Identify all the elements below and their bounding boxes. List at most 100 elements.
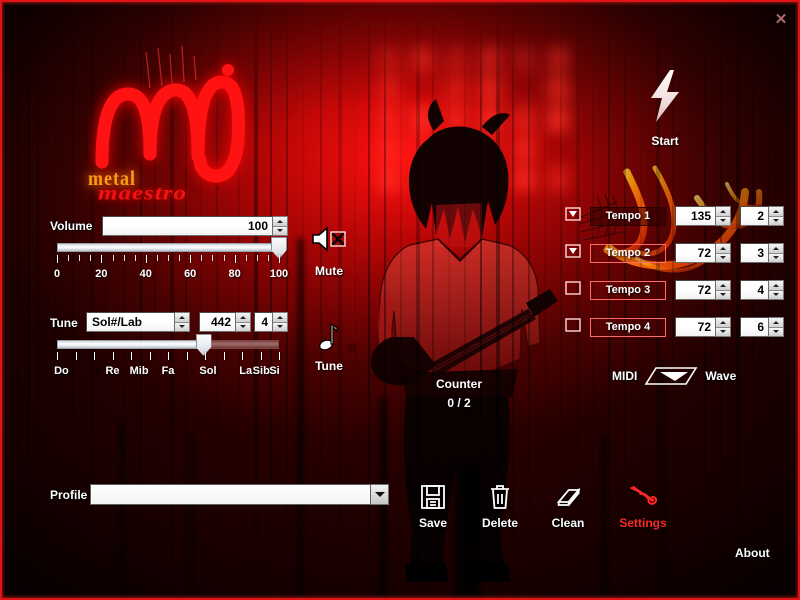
volume-spinner[interactable] — [273, 216, 288, 236]
tune-note-spinner[interactable] — [175, 312, 190, 332]
tempo-bpm-group[interactable]: 72 — [675, 317, 731, 337]
tempo-bpm-spinner[interactable] — [716, 317, 731, 337]
tune-note-input[interactable]: Sol#/Lab — [86, 312, 175, 332]
tempo-beats-input[interactable]: 6 — [740, 317, 769, 337]
tempo-bpm-input[interactable]: 72 — [675, 317, 716, 337]
profile-combobox[interactable] — [90, 484, 389, 505]
volume-slider-track[interactable] — [57, 243, 279, 252]
switch-toggle-icon[interactable] — [644, 366, 698, 386]
tempo-beats-input[interactable]: 4 — [740, 280, 769, 300]
tempo-beats-group[interactable]: 3 — [740, 243, 784, 263]
tempo-select-button[interactable]: Tempo 1 — [590, 206, 666, 226]
tempo-bpm-spinner-up[interactable] — [716, 244, 730, 254]
tempo-bpm-spinner-up[interactable] — [716, 207, 730, 217]
tempo-flag-button[interactable] — [565, 317, 581, 337]
tempo-bpm-spinner[interactable] — [716, 243, 731, 263]
tempo-bpm-spinner[interactable] — [716, 280, 731, 300]
profile-dropdown-arrow-icon[interactable] — [371, 484, 389, 505]
volume-spinner-down[interactable] — [273, 226, 287, 235]
tempo-bpm-spinner-down[interactable] — [716, 253, 730, 262]
tune-icon-button[interactable] — [317, 320, 341, 352]
tempo-beats-spinner-up[interactable] — [769, 281, 783, 291]
output-mode-midi-label[interactable]: MIDI — [612, 369, 637, 383]
lightning-bolt-icon — [651, 70, 679, 122]
tempo-bpm-input[interactable]: 135 — [675, 206, 716, 226]
tempo-bpm-spinner-down[interactable] — [716, 290, 730, 299]
tune-octave-input[interactable]: 4 — [254, 312, 273, 332]
output-mode-wave-label[interactable]: Wave — [705, 369, 736, 383]
toolbar-button-clean[interactable]: Clean — [551, 484, 585, 530]
toolbar-button-save[interactable]: Save — [419, 484, 447, 530]
tune-scale-label: Mib — [129, 365, 149, 377]
tempo-row: Tempo 1 135 2 — [565, 206, 784, 226]
tempo-bpm-spinner-down[interactable] — [716, 216, 730, 225]
volume-field-group[interactable]: 100 — [102, 216, 288, 236]
tempo-bpm-spinner-down[interactable] — [716, 327, 730, 336]
mute-label: Mute — [315, 264, 343, 278]
tune-label: Tune — [50, 316, 78, 330]
tempo-select-button[interactable]: Tempo 3 — [590, 280, 666, 300]
tempo-beats-spinner-down[interactable] — [769, 253, 783, 262]
output-mode-switch[interactable]: MIDI Wave — [612, 366, 736, 386]
tempo-bpm-group[interactable]: 72 — [675, 280, 731, 300]
tune-frequency-spinner[interactable] — [236, 312, 251, 332]
tempo-beats-spinner[interactable] — [769, 317, 784, 337]
toolbar-button-label: Settings — [619, 516, 667, 530]
tempo-bpm-group[interactable]: 72 — [675, 243, 731, 263]
tempo-beats-group[interactable]: 2 — [740, 206, 784, 226]
tempo-beats-spinner-down[interactable] — [769, 216, 783, 225]
tempo-bpm-group[interactable]: 135 — [675, 206, 731, 226]
tune-octave-spinner[interactable] — [273, 312, 288, 332]
start-button[interactable] — [642, 68, 688, 124]
tune-note-spinner-up[interactable] — [175, 313, 189, 323]
tune-octave-spinner-up[interactable] — [273, 313, 287, 323]
tempo-beats-spinner[interactable] — [769, 280, 784, 300]
tune-octave-spinner-down[interactable] — [273, 322, 287, 331]
tune-frequency-spinner-down[interactable] — [236, 322, 250, 331]
volume-label: Volume — [50, 219, 93, 233]
tempo-beats-group[interactable]: 4 — [740, 280, 784, 300]
counter-value: 0 / 2 — [447, 396, 471, 410]
tempo-flag-button[interactable] — [565, 243, 581, 263]
volume-spinner-up[interactable] — [273, 217, 287, 227]
tempo-beats-spinner-up[interactable] — [769, 244, 783, 254]
tempo-bpm-spinner[interactable] — [716, 206, 731, 226]
tune-note-group[interactable]: Sol#/Lab — [86, 312, 190, 332]
application-window: ✕ maestro metal Start Volume 100 0 20 40… — [0, 0, 800, 600]
tempo-beats-spinner-down[interactable] — [769, 290, 783, 299]
tune-octave-group[interactable]: 4 — [254, 312, 288, 332]
tune-slider-track-remainder[interactable] — [203, 340, 279, 349]
toolbar-button-label: Clean — [551, 516, 585, 530]
mute-button[interactable] — [311, 226, 347, 252]
start-label: Start — [651, 134, 679, 148]
tune-frequency-input[interactable]: 442 — [199, 312, 236, 332]
volume-scale-label: 40 — [139, 268, 152, 280]
tempo-bpm-spinner-up[interactable] — [716, 318, 730, 328]
about-button[interactable]: About — [735, 546, 770, 560]
tempo-bpm-input[interactable]: 72 — [675, 280, 716, 300]
tempo-select-button[interactable]: Tempo 2 — [590, 243, 666, 263]
tempo-beats-input[interactable]: 3 — [740, 243, 769, 263]
toolbar-button-delete[interactable]: Delete — [482, 484, 518, 530]
tempo-beats-group[interactable]: 6 — [740, 317, 784, 337]
tempo-bpm-input[interactable]: 72 — [675, 243, 716, 263]
tempo-beats-spinner-up[interactable] — [769, 207, 783, 217]
volume-input[interactable]: 100 — [102, 216, 273, 236]
tempo-beats-spinner[interactable] — [769, 206, 784, 226]
tune-scale-label: Sib — [252, 365, 270, 377]
tune-frequency-spinner-up[interactable] — [236, 313, 250, 323]
close-button[interactable]: ✕ — [768, 6, 794, 32]
tempo-flag-button[interactable] — [565, 206, 581, 226]
tune-note-spinner-down[interactable] — [175, 322, 189, 331]
tempo-bpm-spinner-up[interactable] — [716, 281, 730, 291]
profile-input[interactable] — [90, 484, 371, 505]
tempo-beats-spinner-down[interactable] — [769, 327, 783, 336]
tempo-flag-button[interactable] — [565, 280, 581, 300]
tempo-beats-spinner[interactable] — [769, 243, 784, 263]
tempo-beats-spinner-up[interactable] — [769, 318, 783, 328]
tempo-select-button[interactable]: Tempo 4 — [590, 317, 666, 337]
tempo-beats-input[interactable]: 2 — [740, 206, 769, 226]
toolbar-button-settings[interactable]: Settings — [619, 484, 667, 530]
tune-frequency-group[interactable]: 442 — [199, 312, 251, 332]
trash-can-icon — [482, 484, 518, 510]
